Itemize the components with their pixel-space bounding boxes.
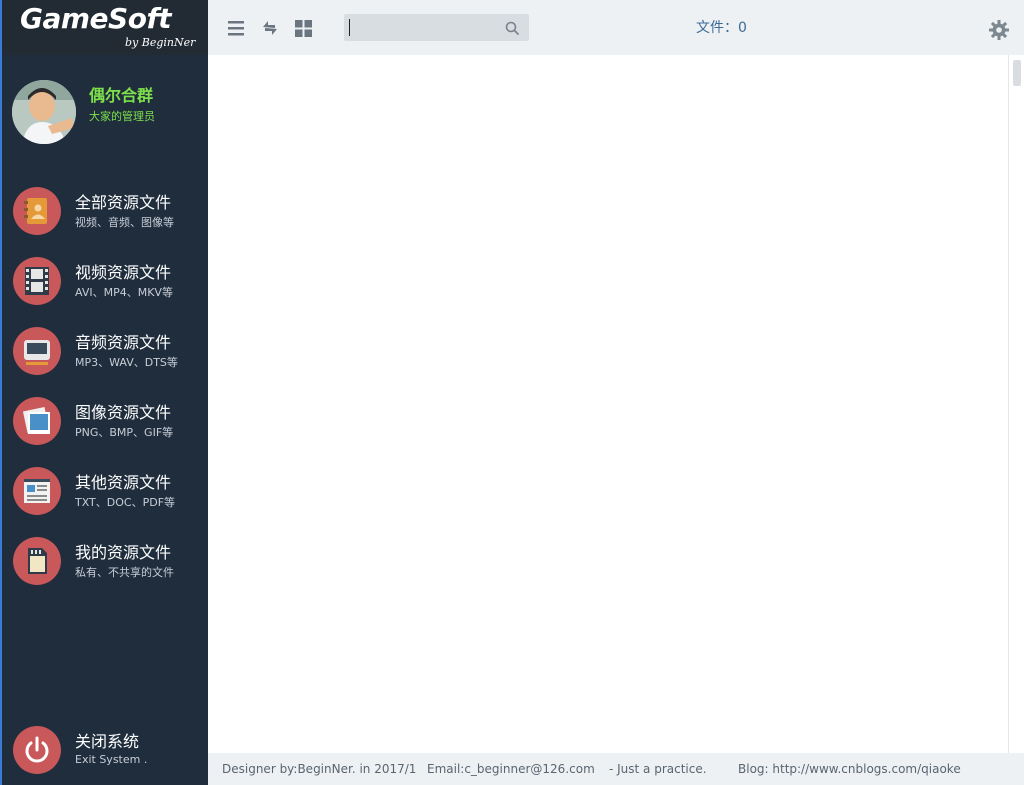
vertical-scrollbar[interactable] xyxy=(1008,55,1024,753)
nav-item-title: 图像资源文件 xyxy=(75,403,172,422)
text-cursor xyxy=(349,19,350,36)
file-count: 文件：0 xyxy=(696,20,747,36)
power-icon xyxy=(13,726,61,774)
sd-card-icon xyxy=(13,537,61,585)
profile-role: 大家的管理员 xyxy=(89,110,155,123)
search-input[interactable] xyxy=(344,14,504,41)
refresh-icon[interactable] xyxy=(259,17,281,39)
search-box xyxy=(344,14,529,41)
nav-item-title: 全部资源文件 xyxy=(75,193,172,212)
nav-item-subtitle: 私有、不共享的文件 xyxy=(75,566,174,579)
footer-designer: Designer by:BeginNer. in 2017/1 xyxy=(222,762,417,776)
photo-icon xyxy=(13,397,61,445)
nav-item-other-files[interactable]: 其他资源文件 TXT、DOC、PDF等 xyxy=(2,463,208,519)
nav-item-title: 我的资源文件 xyxy=(75,543,172,562)
nav-item-subtitle: MP3、WAV、DTS等 xyxy=(75,356,178,369)
nav-item-audio-files[interactable]: 音频资源文件 MP3、WAV、DTS等 xyxy=(2,323,208,379)
footer-blog: Blog: http://www.cnblogs.com/qiaoke xyxy=(738,762,961,776)
nav-item-subtitle: AVI、MP4、MKV等 xyxy=(75,286,173,299)
document-icon xyxy=(13,467,61,515)
nav-item-image-files[interactable]: 图像资源文件 PNG、BMP、GIF等 xyxy=(2,393,208,449)
film-icon xyxy=(13,257,61,305)
file-content-area[interactable] xyxy=(208,55,1008,753)
top-toolbar: 文件：0 xyxy=(208,0,1024,55)
audio-device-icon xyxy=(13,327,61,375)
nav-item-video-files[interactable]: 视频资源文件 AVI、MP4、MKV等 xyxy=(2,253,208,309)
nav-item-all-files[interactable]: 全部资源文件 视频、音频、图像等 xyxy=(2,183,208,239)
search-icon[interactable] xyxy=(504,20,520,36)
footer-tagline: - Just a practice. xyxy=(609,762,707,776)
exit-system-button[interactable]: 关闭系统 Exit System . xyxy=(2,722,208,778)
app-logo: GameSoft by BeginNer xyxy=(2,0,208,55)
scrollbar-thumb[interactable] xyxy=(1013,60,1021,86)
nav-item-title: 音频资源文件 xyxy=(75,333,172,352)
exit-title: 关闭系统 xyxy=(75,732,140,751)
logo-sub-text: by BeginNer xyxy=(125,36,196,49)
nav-item-title: 其他资源文件 xyxy=(75,473,172,492)
logo-main-text: GameSoft xyxy=(20,2,172,35)
sidebar: GameSoft by BeginNer 偶尔合群 大家的管理员 全部资源文件 … xyxy=(0,0,208,785)
nav-item-subtitle: TXT、DOC、PDF等 xyxy=(75,496,176,509)
user-profile: 偶尔合群 大家的管理员 xyxy=(2,80,208,146)
gear-icon[interactable] xyxy=(988,19,1010,41)
nav-item-my-files[interactable]: 我的资源文件 私有、不共享的文件 xyxy=(2,533,208,589)
menu-icon[interactable] xyxy=(226,17,248,39)
exit-subtitle: Exit System . xyxy=(75,753,148,766)
profile-name: 偶尔合群 xyxy=(89,86,154,105)
footer: Designer by:BeginNer. in 2017/1 Email:c_… xyxy=(208,753,1024,785)
avatar[interactable] xyxy=(12,80,76,144)
nav-item-subtitle: 视频、音频、图像等 xyxy=(75,216,174,229)
nav-item-title: 视频资源文件 xyxy=(75,263,172,282)
nav-item-subtitle: PNG、BMP、GIF等 xyxy=(75,426,174,439)
footer-email: Email:c_beginner@126.com xyxy=(427,762,595,776)
contacts-book-icon xyxy=(13,187,61,235)
grid-view-icon[interactable] xyxy=(293,17,315,39)
